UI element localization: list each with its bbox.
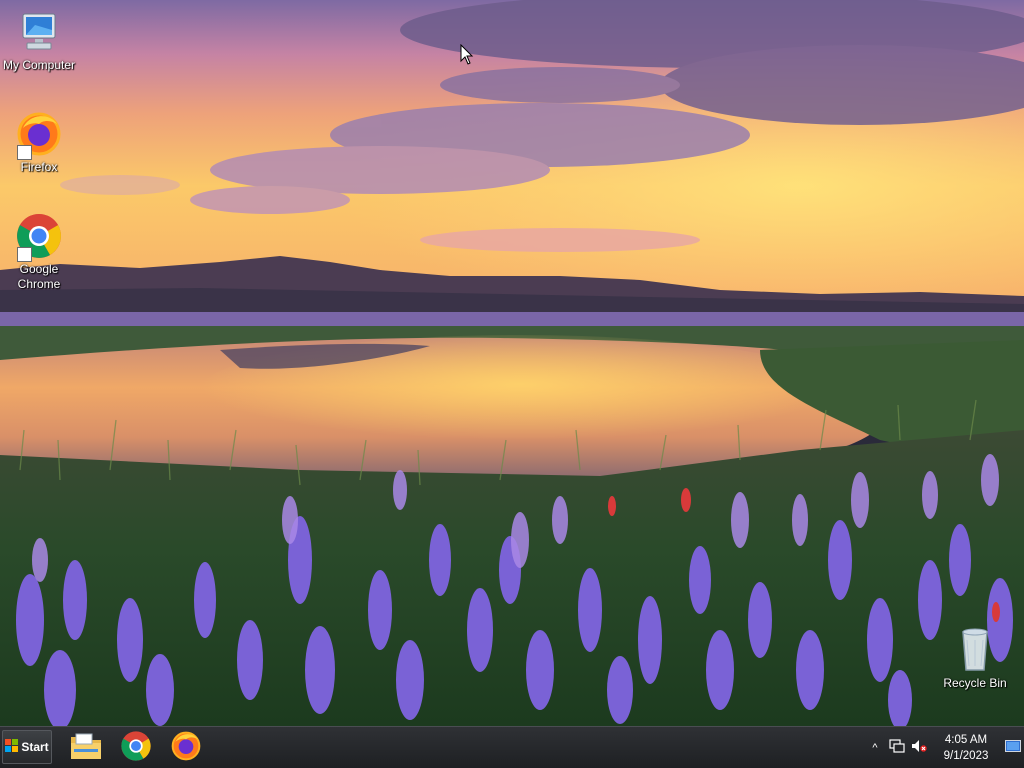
show-desktop-icon [1005, 739, 1021, 757]
file-explorer-icon [70, 732, 102, 765]
desktop-icon-label: My Computer [2, 58, 76, 72]
recycle-bin-icon [951, 626, 999, 674]
desktop-wallpaper[interactable] [0, 0, 1024, 726]
my-computer-icon [15, 8, 63, 56]
desktop-icon-label: Recycle Bin [943, 676, 1007, 690]
network-status-button[interactable] [886, 737, 908, 759]
desktop-icon-my-computer[interactable]: My Computer [0, 8, 78, 73]
network-icon [889, 739, 905, 756]
desktop-icon-google-chrome[interactable]: Google Chrome [0, 212, 78, 292]
taskbar-clock[interactable]: 4:05 AM 9/1/2023 [934, 732, 998, 764]
taskbar: Start ^ 4:05 AM 9/1/2023 [0, 726, 1024, 768]
taskbar-app-file-explorer[interactable] [66, 730, 106, 766]
mouse-cursor-icon [460, 44, 474, 65]
taskbar-app-google-chrome[interactable] [116, 730, 156, 766]
sunset-landscape-image [0, 0, 1024, 726]
clock-date: 9/1/2023 [943, 749, 989, 762]
windows-logo-icon [5, 739, 19, 755]
show-hidden-icons-button[interactable]: ^ [864, 737, 886, 759]
clock-time: 4:05 AM [944, 733, 988, 746]
shortcut-arrow-icon [17, 247, 32, 262]
chrome-icon [15, 212, 63, 262]
show-desktop-button[interactable] [1002, 727, 1024, 768]
shortcut-arrow-icon [17, 145, 32, 160]
chrome-icon [120, 730, 152, 767]
firefox-icon [15, 110, 63, 160]
chevron-up-icon: ^ [872, 741, 878, 754]
speaker-muted-icon [911, 739, 927, 756]
system-tray: ^ 4:05 AM 9/1/2023 [864, 727, 1024, 768]
firefox-icon [170, 730, 202, 767]
desktop-icon-label: Google Chrome [17, 262, 61, 291]
desktop-icon-recycle-bin[interactable]: Recycle Bin [936, 626, 1014, 691]
volume-button[interactable] [908, 737, 930, 759]
taskbar-app-firefox[interactable] [166, 730, 206, 766]
start-button[interactable]: Start [2, 730, 52, 764]
desktop-icon-firefox[interactable]: Firefox [0, 110, 78, 175]
start-button-label: Start [21, 740, 49, 754]
desktop-icon-label: Firefox [20, 160, 58, 174]
